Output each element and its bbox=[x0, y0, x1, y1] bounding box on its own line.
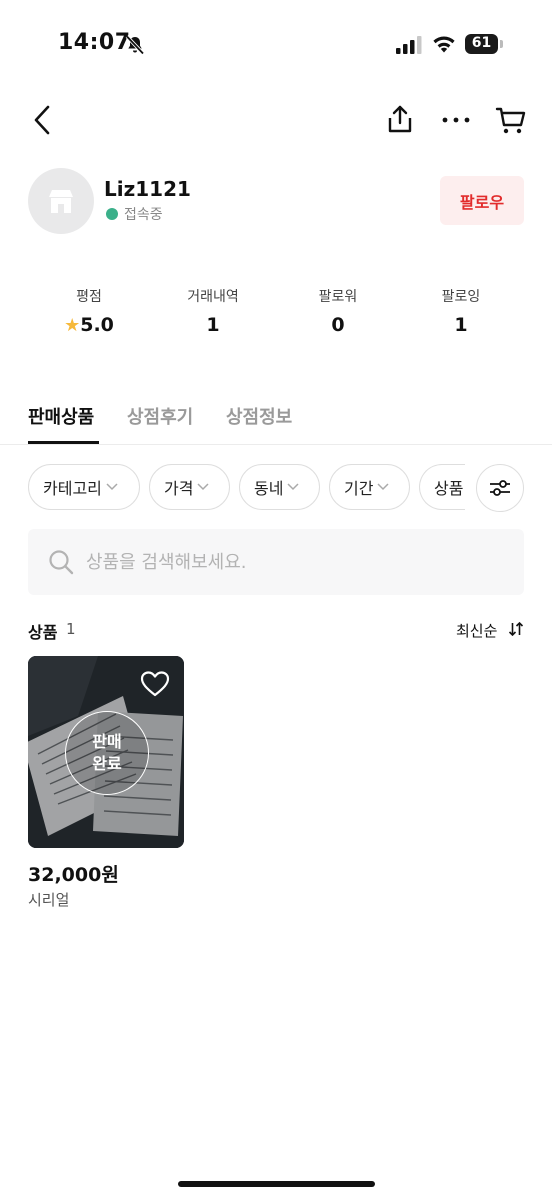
sort-dropdown[interactable]: 최신순 bbox=[456, 620, 497, 641]
products-count: 1 bbox=[66, 620, 76, 638]
avatar bbox=[28, 168, 94, 234]
divider bbox=[0, 444, 552, 445]
stat-label: 팔로워 bbox=[318, 289, 358, 305]
tab-reviews[interactable]: 상점후기 bbox=[127, 403, 193, 429]
status-time: 14:07 bbox=[58, 30, 131, 55]
sold-badge-line1: 판매 bbox=[92, 732, 122, 751]
back-arrow-icon[interactable] bbox=[28, 104, 60, 136]
filter-settings-button[interactable] bbox=[476, 464, 524, 512]
products-title: 상품 bbox=[28, 623, 58, 642]
tab-products[interactable]: 판매상품 bbox=[28, 403, 94, 429]
sold-badge-line2: 완료 bbox=[92, 754, 122, 773]
search-icon bbox=[49, 550, 74, 575]
filter-period[interactable]: 기간 bbox=[329, 464, 410, 510]
stat-value: 1 bbox=[206, 314, 220, 336]
chevron-down-icon bbox=[106, 483, 118, 491]
online-indicator bbox=[106, 208, 118, 220]
more-options-icon[interactable] bbox=[440, 104, 472, 136]
sliders-icon bbox=[490, 480, 510, 496]
stat-label: 거래내역 bbox=[187, 289, 239, 305]
store-icon bbox=[49, 190, 73, 213]
stat-followers[interactable]: 팔로워 0 bbox=[283, 286, 393, 336]
stat-value: 1 bbox=[454, 314, 468, 336]
filter-label: 카테고리 bbox=[43, 479, 102, 498]
online-status: 접속중 bbox=[124, 207, 163, 223]
chevron-down-icon bbox=[287, 483, 299, 491]
filter-price[interactable]: 가격 bbox=[149, 464, 230, 510]
filter-label: 기간 bbox=[344, 479, 374, 498]
home-indicator[interactable] bbox=[178, 1181, 375, 1187]
stat-following[interactable]: 팔로잉 1 bbox=[406, 286, 516, 336]
sort-icon[interactable] bbox=[508, 621, 524, 637]
follow-button[interactable]: 팔로우 bbox=[440, 176, 524, 225]
product-name[interactable]: 시리얼 bbox=[28, 889, 69, 910]
cellular-signal-icon bbox=[396, 36, 422, 54]
star-icon: ★ bbox=[64, 315, 81, 336]
heart-icon[interactable] bbox=[140, 670, 170, 698]
filter-label: 동네 bbox=[254, 479, 284, 498]
bell-muted-icon bbox=[125, 35, 145, 55]
stat-rating[interactable]: 평점 ★5.0 bbox=[34, 286, 144, 336]
chevron-down-icon bbox=[197, 483, 209, 491]
stat-label: 평점 bbox=[76, 289, 102, 305]
stat-label: 팔로잉 bbox=[441, 289, 481, 305]
filter-neighborhood[interactable]: 동네 bbox=[239, 464, 320, 510]
share-icon[interactable] bbox=[384, 103, 416, 135]
filter-product[interactable]: 상품 bbox=[419, 464, 465, 510]
username: Liz1121 bbox=[104, 177, 191, 201]
filter-category[interactable]: 카테고리 bbox=[28, 464, 140, 510]
tab-store-info[interactable]: 상점정보 bbox=[226, 403, 292, 429]
product-thumbnail[interactable]: 판매 완료 bbox=[28, 656, 184, 848]
stat-transactions[interactable]: 거래내역 1 bbox=[158, 286, 268, 336]
cart-icon[interactable] bbox=[495, 104, 527, 136]
battery-level: 61 bbox=[471, 35, 492, 51]
stat-value: 0 bbox=[331, 314, 345, 336]
chevron-down-icon bbox=[377, 483, 389, 491]
filter-label: 가격 bbox=[164, 479, 194, 498]
sold-out-badge: 판매 완료 bbox=[65, 711, 149, 795]
stat-value: 5.0 bbox=[80, 314, 114, 336]
wifi-icon bbox=[433, 36, 455, 53]
search-input[interactable] bbox=[86, 545, 506, 579]
filter-label: 상품 bbox=[434, 479, 464, 498]
battery-icon: 61 bbox=[465, 34, 503, 56]
product-price[interactable]: 32,000원 bbox=[28, 860, 119, 887]
